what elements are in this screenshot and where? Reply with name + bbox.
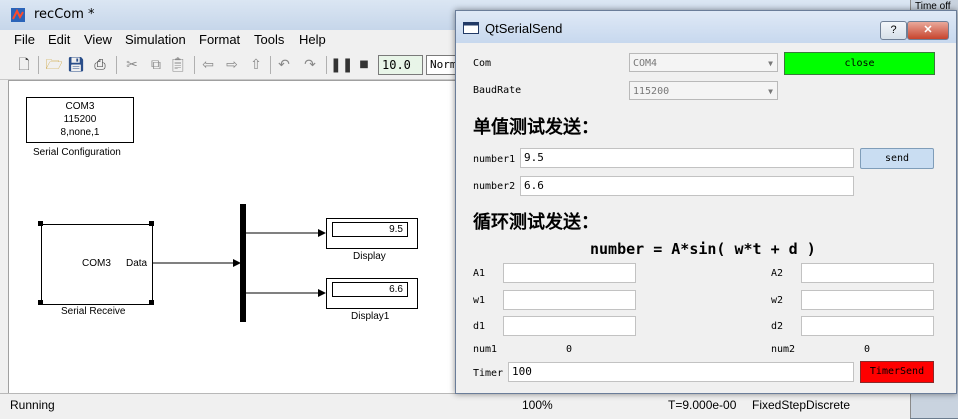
up-icon[interactable]: ⇧	[246, 55, 266, 75]
single-send-heading: 单值测试发送：	[473, 117, 599, 138]
toolbar-separator	[270, 56, 271, 74]
d1-label: d1	[473, 321, 486, 332]
number1-label: number1	[473, 154, 516, 165]
undo-icon[interactable]: ↶	[274, 55, 294, 75]
display1-value: 6.6	[332, 282, 408, 297]
simulation-state: Running	[10, 398, 55, 412]
copy-icon[interactable]: ⧉	[146, 55, 166, 75]
signal-arrow	[318, 289, 326, 297]
menu-tools[interactable]: Tools	[254, 32, 284, 47]
w1-label: w1	[473, 295, 486, 306]
back-icon[interactable]: ⇦	[198, 55, 218, 75]
w2-input[interactable]	[801, 290, 934, 310]
simulink-app-icon	[11, 8, 25, 22]
display1-block[interactable]: 6.6	[326, 278, 418, 309]
signal-arrow	[318, 229, 326, 237]
stop-time-input[interactable]: 10.0	[378, 55, 423, 75]
number2-label: number2	[473, 181, 516, 192]
cut-icon[interactable]: ✂	[122, 55, 142, 75]
loop-send-heading: 循环测试发送：	[473, 212, 599, 233]
d2-input[interactable]	[801, 316, 934, 336]
w2-label: w2	[771, 295, 784, 306]
redo-icon[interactable]: ↷	[300, 55, 320, 75]
toolbar-separator	[326, 56, 327, 74]
d1-input[interactable]	[503, 316, 636, 336]
menu-edit[interactable]: Edit	[48, 32, 70, 47]
zoom-level: 100%	[522, 398, 553, 412]
baudrate-select-value: 115200	[633, 86, 670, 97]
demux-block[interactable]	[240, 204, 246, 322]
forward-icon[interactable]: ⇨	[222, 55, 242, 75]
baudrate-label: BaudRate	[473, 85, 522, 96]
a2-input[interactable]	[801, 263, 934, 283]
com-select-value: COM4	[633, 58, 658, 69]
display-block[interactable]: 9.5	[326, 218, 418, 249]
toolbar-separator	[116, 56, 117, 74]
toolbar-separator	[38, 56, 39, 74]
menu-format[interactable]: Format	[199, 32, 240, 47]
close-window-button[interactable]: ✕	[907, 21, 949, 40]
window-app-icon	[463, 22, 479, 34]
new-file-icon[interactable]: 🗋	[14, 55, 34, 75]
stop-icon[interactable]: ■	[354, 55, 374, 75]
simulation-time: T=9.000e-00	[668, 398, 737, 412]
a1-input[interactable]	[503, 263, 636, 283]
d2-label: d2	[771, 321, 784, 332]
display-name: Display	[353, 251, 386, 262]
menu-help[interactable]: Help	[299, 32, 326, 47]
number2-input[interactable]: 6.6	[520, 176, 854, 196]
menu-file[interactable]: File	[14, 32, 35, 47]
save-icon[interactable]: 💾︎	[66, 55, 86, 75]
send-button[interactable]: send	[860, 148, 934, 169]
num1-label: num1	[473, 344, 498, 355]
help-button[interactable]: ?	[880, 21, 907, 40]
display-value: 9.5	[332, 222, 408, 237]
num2-label: num2	[771, 344, 796, 355]
chevron-down-icon: ▼	[768, 87, 773, 96]
timer-label: Timer	[473, 368, 504, 379]
com-label: Com	[473, 58, 492, 69]
num2-value: 0	[864, 344, 871, 355]
a1-label: A1	[473, 268, 486, 279]
solver-name: FixedStepDiscrete	[752, 398, 851, 412]
menu-view[interactable]: View	[84, 32, 112, 47]
toolbar-separator	[194, 56, 195, 74]
com-select[interactable]: COM4 ▼	[629, 53, 778, 72]
menu-simulation[interactable]: Simulation	[125, 32, 186, 47]
display1-name: Display1	[351, 311, 390, 322]
open-folder-icon[interactable]: 🗁	[44, 55, 64, 75]
chevron-down-icon: ▼	[768, 59, 773, 68]
close-port-button[interactable]: close	[784, 52, 935, 75]
print-icon[interactable]: ⎙	[90, 55, 110, 75]
status-bar: Running 100% T=9.000e-00 FixedStepDiscre…	[0, 393, 910, 419]
qtserialsend-window: QtSerialSend ? ✕ Com COM4 ▼ close BaudRa…	[455, 10, 957, 394]
formula-text: number = A*sin( w*t + d )	[590, 240, 816, 258]
simulink-window-title: recCom *	[34, 7, 95, 22]
qt-window-title: QtSerialSend	[485, 21, 563, 36]
paste-icon[interactable]: 📋︎	[168, 55, 188, 75]
timer-send-button[interactable]: TimerSend	[860, 361, 934, 383]
pause-icon[interactable]: ❚❚	[330, 55, 353, 75]
w1-input[interactable]	[503, 290, 636, 310]
a2-label: A2	[771, 268, 784, 279]
num1-value: 0	[566, 344, 573, 355]
number1-input[interactable]: 9.5	[520, 148, 854, 168]
qt-title-bar: QtSerialSend ? ✕	[456, 11, 956, 43]
baudrate-select[interactable]: 115200 ▼	[629, 81, 778, 100]
timer-input[interactable]: 100	[508, 362, 854, 382]
